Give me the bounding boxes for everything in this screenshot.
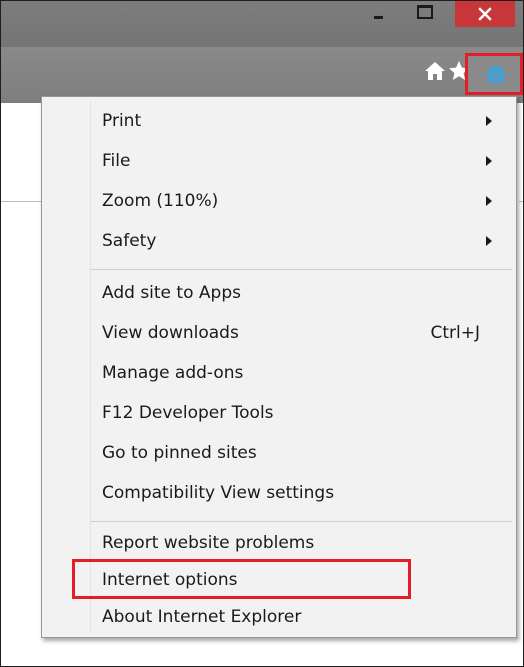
close-button[interactable] (455, 1, 515, 27)
menu-item-label: Zoom (110%) (102, 191, 219, 211)
menu-item-label: Print (102, 111, 142, 131)
menu-item-safety[interactable]: Safety (42, 223, 516, 259)
title-bar (1, 1, 523, 47)
menu-item-label: Safety (102, 231, 157, 251)
menu-item-shortcut: Ctrl+J (430, 323, 480, 343)
menu-item-print[interactable]: Print (42, 103, 516, 139)
page-divider (1, 201, 41, 202)
menu-item-label: Manage add-ons (102, 363, 244, 383)
menu-item-zoom[interactable]: Zoom (110%) (42, 183, 516, 219)
menu-item-developer-tools[interactable]: F12 Developer Tools (42, 395, 516, 431)
menu-item-report-problems[interactable]: Report website problems (42, 525, 516, 561)
tools-menu: Print File Zoom (110%) Safety Add site t… (41, 96, 517, 638)
menu-item-label: F12 Developer Tools (102, 403, 274, 423)
maximize-button[interactable] (403, 1, 447, 27)
minimize-button[interactable] (357, 1, 401, 27)
menu-item-label: View downloads (102, 323, 239, 343)
menu-item-pinned-sites[interactable]: Go to pinned sites (42, 435, 516, 471)
menu-item-label: Go to pinned sites (102, 443, 257, 463)
menu-item-label: Report website problems (102, 533, 315, 553)
page-divider (519, 201, 523, 202)
submenu-arrow-icon (486, 156, 492, 166)
menu-item-manage-add-ons[interactable]: Manage add-ons (42, 355, 516, 391)
home-icon[interactable] (423, 59, 447, 83)
menu-item-label: File (102, 151, 131, 171)
browser-window: Print File Zoom (110%) Safety Add site t… (0, 0, 524, 667)
menu-item-compatibility-view[interactable]: Compatibility View settings (42, 475, 516, 511)
tools-button[interactable] (465, 53, 523, 95)
submenu-arrow-icon (486, 236, 492, 246)
menu-item-label: Compatibility View settings (102, 483, 335, 503)
gear-icon (485, 64, 507, 86)
menu-separator (91, 521, 512, 522)
internet-options-highlight (72, 559, 411, 599)
submenu-arrow-icon (486, 116, 492, 126)
menu-item-label: About Internet Explorer (102, 607, 302, 627)
close-icon (478, 7, 492, 21)
menu-item-view-downloads[interactable]: View downloads Ctrl+J (42, 315, 516, 351)
submenu-arrow-icon (486, 196, 492, 206)
menu-item-add-site-to-apps[interactable]: Add site to Apps (42, 275, 516, 311)
menu-item-file[interactable]: File (42, 143, 516, 179)
menu-item-about[interactable]: About Internet Explorer (42, 599, 516, 635)
menu-item-label: Add site to Apps (102, 283, 241, 303)
menu-separator (91, 269, 512, 270)
